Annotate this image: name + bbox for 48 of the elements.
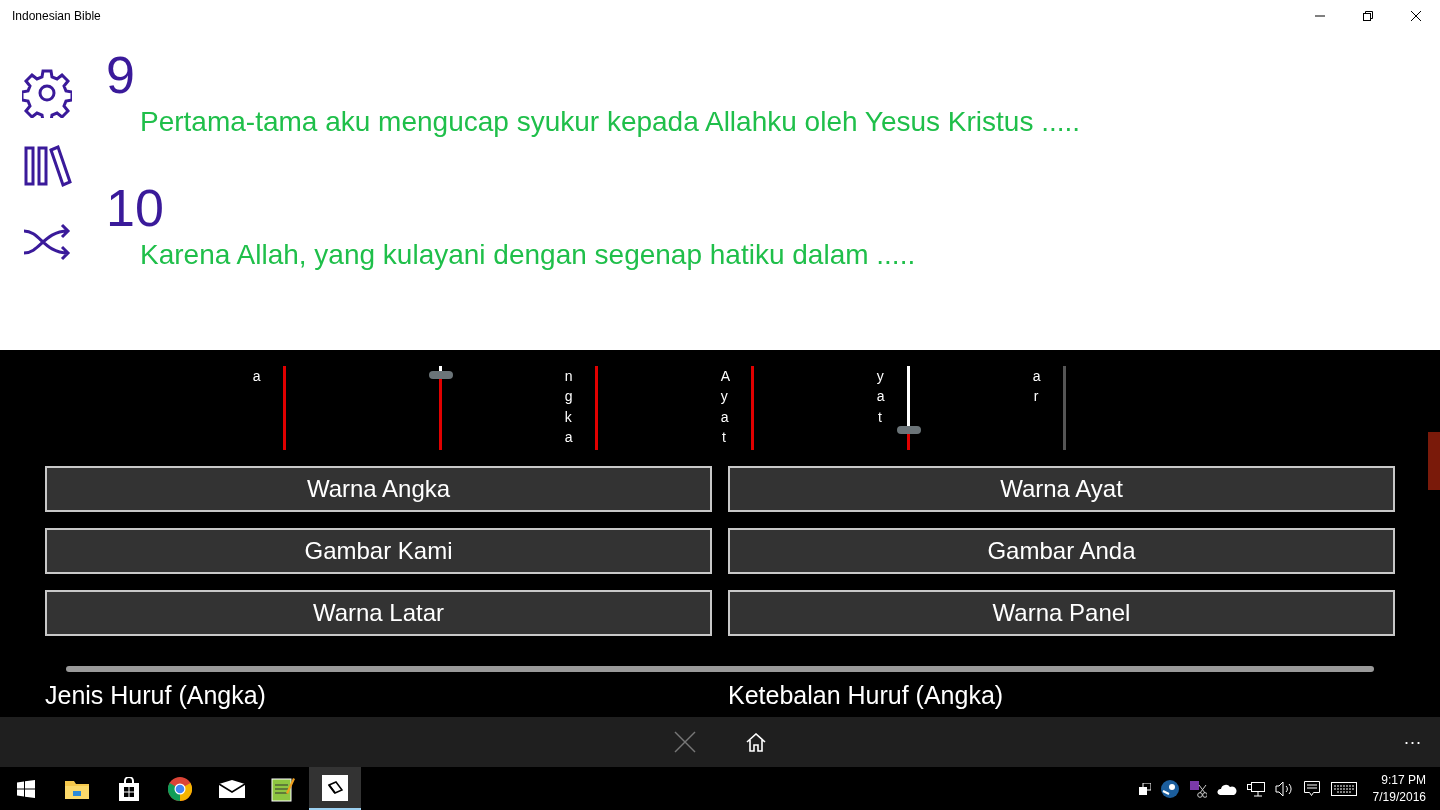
taskview-icon[interactable]	[1138, 782, 1151, 795]
clock-date: 7/19/2016	[1372, 788, 1426, 806]
vertical-scrollbar[interactable]	[1428, 432, 1440, 490]
slider[interactable]	[897, 366, 921, 450]
settings-icon[interactable]	[22, 68, 72, 118]
restore-icon	[1362, 10, 1374, 22]
slider[interactable]	[429, 366, 453, 450]
home-icon[interactable]	[746, 732, 766, 752]
section-heading: Ketebalan Huruf (Angka)	[728, 680, 1005, 710]
verse-number: 10	[106, 181, 164, 235]
windows-icon	[16, 779, 35, 798]
option-button[interactable]: Warna Latar	[45, 590, 712, 636]
close-icon	[1410, 10, 1422, 22]
notepad-icon	[271, 775, 296, 802]
library-icon[interactable]	[22, 145, 72, 187]
horizontal-scrollbar[interactable]	[66, 666, 1374, 672]
slider-label: ar	[1032, 367, 1040, 407]
option-button[interactable]: Warna Angka	[45, 466, 712, 512]
section-heading: Jenis Huruf (Angka)	[45, 680, 267, 710]
game-icon[interactable]	[1160, 779, 1179, 798]
network-icon[interactable]	[1246, 780, 1265, 797]
option-button[interactable]: Gambar Anda	[728, 528, 1395, 574]
slider-label: ngka	[564, 367, 572, 447]
message-icon[interactable]	[1302, 779, 1321, 798]
keyboard-icon[interactable]	[1330, 781, 1357, 796]
folder-icon	[65, 778, 90, 799]
browser-icon	[168, 776, 193, 801]
shuffle-icon[interactable]	[22, 222, 72, 262]
slider-label: a	[252, 367, 260, 386]
slider-label: yat	[876, 367, 884, 427]
window-title: Indonesian Bible	[12, 9, 101, 23]
app-icon	[321, 774, 348, 801]
verse-text: Pertama-tama aku mengucap syukur kepada Allahku oleh Yesus Kristus .....	[140, 105, 1081, 139]
clock-time: 9:17 PM	[1381, 771, 1426, 789]
speaker-icon[interactable]	[1274, 780, 1293, 797]
option-button[interactable]: Warna Ayat	[728, 466, 1395, 512]
envelope-icon	[218, 779, 245, 798]
option-button[interactable]: Warna Panel	[728, 590, 1395, 636]
verse-number: 9	[106, 48, 135, 102]
scissors-icon[interactable]	[1188, 779, 1207, 798]
option-button[interactable]: Gambar Kami	[45, 528, 712, 574]
taskbar-app[interactable]	[309, 767, 361, 810]
verse-text: Karena Allah, yang kulayani dengan segenap hatiku dalam .....	[140, 238, 917, 272]
more-button[interactable]: ...	[1400, 727, 1426, 757]
slider-label: Ayat	[720, 367, 728, 447]
close-icon[interactable]	[674, 731, 696, 753]
cloud-icon[interactable]	[1216, 782, 1237, 795]
shopping-bag-icon	[117, 776, 140, 801]
